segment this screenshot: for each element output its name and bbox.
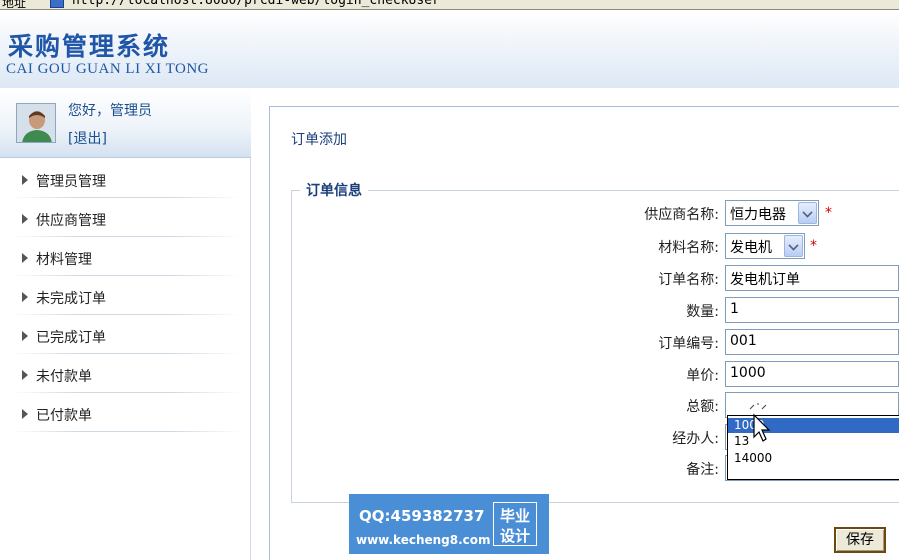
sidebar-item-unpaid[interactable]: 未付款单 <box>0 356 251 395</box>
fieldset-legend: 订单信息 <box>306 183 362 199</box>
quantity-row: 数量: <box>600 297 719 323</box>
order-no-row: 订单编号: <box>600 329 719 355</box>
quantity-label: 数量: <box>686 304 719 320</box>
app-subtitle: CAI GOU GUAN LI XI TONG <box>6 61 210 77</box>
dropdown-button[interactable] <box>784 235 803 257</box>
chevron-down-icon <box>802 207 813 218</box>
order-name-input[interactable]: 发电机订单 <box>725 265 899 291</box>
caret-right-icon <box>22 214 28 224</box>
autocomplete-option[interactable]: 13 <box>728 434 899 449</box>
logout-link[interactable]: [退出] <box>68 128 107 148</box>
divider <box>10 275 241 276</box>
address-url[interactable]: http://localhost:8080/prcdi-web/login_ch… <box>72 0 440 8</box>
sidebar-item-pending-orders[interactable]: 未完成订单 <box>0 278 251 317</box>
sidebar-item-completed-orders[interactable]: 已完成订单 <box>0 317 251 356</box>
supplier-select[interactable]: 恒力电器 <box>725 200 819 226</box>
avatar <box>16 103 56 143</box>
unit-price-row: 单价: <box>600 361 719 387</box>
autocomplete-option[interactable]: 1000 <box>728 418 899 433</box>
watermark: QQ:459382737 www.kecheng8.com 毕业 设计 <box>349 494 549 554</box>
sidebar-menu: 管理员管理 供应商管理 材料管理 未完成订单 已完成订单 未付款单 已付款单 <box>0 161 251 434</box>
divider <box>10 236 241 237</box>
supplier-label: 供应商名称: <box>644 207 719 223</box>
sidebar-item-label: 未完成订单 <box>36 291 106 307</box>
material-label: 材料名称: <box>658 240 719 256</box>
supplier-row: 供应商名称: <box>600 200 719 226</box>
sidebar-item-suppliers[interactable]: 供应商管理 <box>0 200 251 239</box>
sidebar-item-label: 供应商管理 <box>36 213 106 229</box>
sidebar-item-paid[interactable]: 已付款单 <box>0 395 251 434</box>
unit-price-input[interactable]: 1000 <box>725 361 899 387</box>
watermark-badge-line2: 设计 <box>500 527 531 545</box>
app-header: 采购管理系统 CAI GOU GUAN LI XI TONG <box>0 11 899 88</box>
divider <box>10 392 241 393</box>
browser-address-bar: 地址 http://localhost:8080/prcdi-web/login… <box>0 0 899 10</box>
divider <box>10 353 241 354</box>
divider <box>10 314 241 315</box>
total-row: 总额: <box>600 392 719 418</box>
chevron-down-icon <box>788 240 799 251</box>
remark-label: 备注: <box>686 462 719 478</box>
dropdown-button[interactable] <box>798 202 817 224</box>
sidebar: 您好，管理员 [退出] 管理员管理 供应商管理 材料管理 未完成订单 已完成订单… <box>0 88 251 560</box>
watermark-site: www.kecheng8.com <box>356 533 491 547</box>
page-icon <box>50 0 64 8</box>
caret-right-icon <box>22 253 28 263</box>
watermark-qq: QQ:459382737 <box>359 507 485 525</box>
save-button[interactable]: 保存 <box>834 527 886 553</box>
watermark-badge: 毕业 设计 <box>493 502 537 546</box>
material-row: 材料名称: <box>600 233 719 259</box>
greeting: 您好，管理员 <box>68 103 152 119</box>
caret-right-icon <box>22 292 28 302</box>
quantity-input[interactable]: 1 <box>725 297 899 323</box>
remark-row: 备注: <box>600 455 719 481</box>
divider <box>10 431 241 432</box>
caret-right-icon <box>22 409 28 419</box>
material-select[interactable]: 发电机 <box>725 233 805 259</box>
unit-price-label: 单价: <box>686 368 719 384</box>
total-label: 总额: <box>686 399 719 415</box>
required-mark: * <box>810 238 817 254</box>
user-avatar-icon <box>17 104 55 142</box>
sidebar-item-label: 未付款单 <box>36 369 92 385</box>
page-title: 订单添加 <box>291 132 347 148</box>
caret-right-icon <box>22 370 28 380</box>
app-title: 采购管理系统 <box>8 32 171 61</box>
address-label: 地址 <box>2 0 27 10</box>
handler-row: 经办人: <box>600 424 719 450</box>
user-box: 您好，管理员 [退出] <box>0 88 251 158</box>
sidebar-item-label: 已付款单 <box>36 408 92 424</box>
required-mark: * <box>825 205 832 221</box>
autocomplete-list: 1000 13 14000 <box>727 415 899 480</box>
order-no-input[interactable]: 001 <box>725 329 899 355</box>
caret-right-icon <box>22 331 28 341</box>
watermark-badge-line1: 毕业 <box>500 507 531 525</box>
supplier-value: 恒力电器 <box>730 207 786 223</box>
order-name-label: 订单名称: <box>658 272 719 288</box>
material-value: 发电机 <box>730 240 772 256</box>
sidebar-item-label: 材料管理 <box>36 252 92 268</box>
sidebar-item-label: 已完成订单 <box>36 330 106 346</box>
caret-right-icon <box>22 175 28 185</box>
order-name-row: 订单名称: <box>600 265 719 291</box>
order-no-label: 订单编号: <box>658 336 719 352</box>
handler-label: 经办人: <box>672 431 719 447</box>
app-window: 地址 http://localhost:8080/prcdi-web/login… <box>0 0 899 560</box>
sidebar-item-admin[interactable]: 管理员管理 <box>0 161 251 200</box>
autocomplete-option[interactable]: 14000 <box>728 451 899 466</box>
sidebar-item-label: 管理员管理 <box>36 174 106 190</box>
sidebar-item-materials[interactable]: 材料管理 <box>0 239 251 278</box>
divider <box>10 197 241 198</box>
